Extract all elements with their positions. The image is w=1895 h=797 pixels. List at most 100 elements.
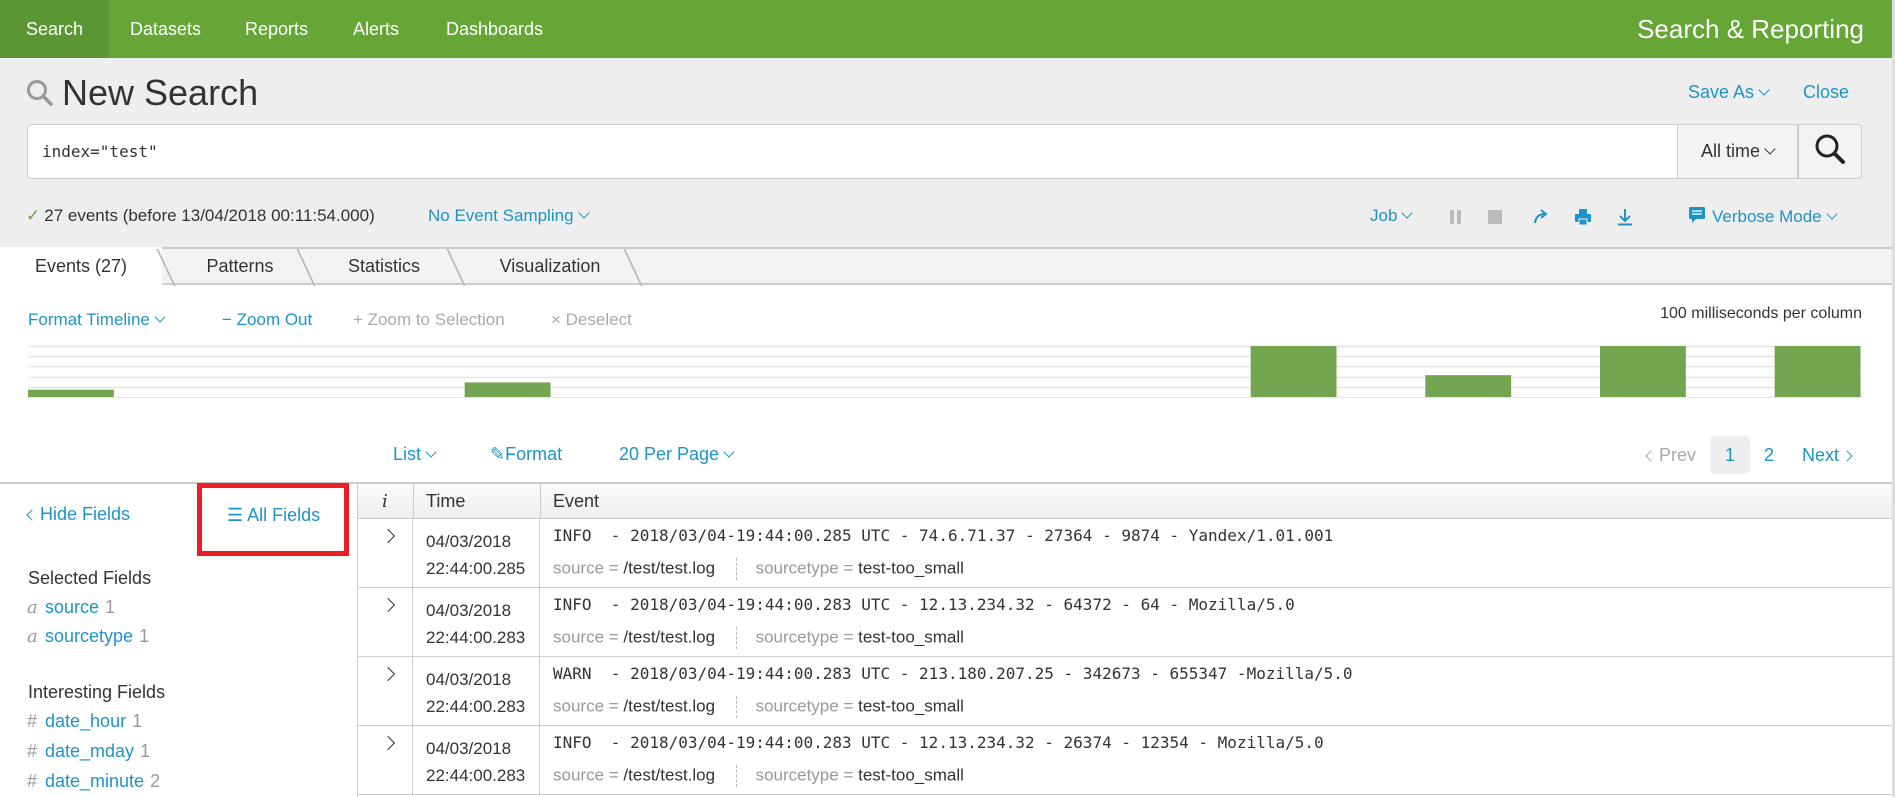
tab-statistics[interactable]: Statistics (312, 247, 456, 287)
per-page-label: 20 Per Page (619, 444, 720, 464)
nav-item-datasets[interactable]: Datasets (104, 0, 227, 58)
app-nav-bar: Search Datasets Reports Alerts Dashboard… (0, 0, 1892, 58)
chevron-down-icon (425, 446, 437, 458)
time-column-header[interactable]: Time (414, 484, 541, 519)
field-item[interactable]: # date_mday 1 (27, 741, 150, 762)
field-item[interactable]: # date_hour 1 (27, 711, 142, 732)
expand-row-button[interactable] (358, 519, 413, 587)
nav-item-dashboards[interactable]: Dashboards (420, 0, 569, 58)
prev-page-button[interactable]: Prev (1633, 436, 1710, 474)
timeline-bar[interactable] (1250, 346, 1337, 397)
timeline-bar[interactable] (1425, 375, 1512, 397)
event-sampling-dropdown[interactable]: No Event Sampling (428, 206, 590, 226)
view-type-dropdown[interactable]: List (393, 444, 437, 465)
event-time[interactable]: 04/03/2018 22:44:00.283 (414, 657, 540, 725)
number-type-icon: # (27, 711, 38, 731)
hide-fields-label: Hide Fields (40, 504, 131, 524)
timeline-bar[interactable] (464, 382, 551, 397)
print-button[interactable] (1574, 208, 1592, 226)
nav-item-search[interactable]: Search (0, 0, 110, 58)
deselect-label: Deselect (565, 310, 632, 329)
chevron-right-icon (1841, 450, 1853, 462)
event-fields: source = /test/test.log sourcetype = tes… (553, 627, 964, 649)
nav-item-reports[interactable]: Reports (219, 0, 334, 58)
event-column-header: Event (553, 491, 600, 511)
timeline-chart[interactable] (28, 345, 1862, 398)
source-field-label: source = (553, 558, 619, 578)
event-time[interactable]: 04/03/2018 22:44:00.283 (414, 588, 540, 656)
source-field-value[interactable]: /test/test.log (623, 765, 715, 784)
table-row: 04/03/2018 22:44:00.283 INFO - 2018/03/04… (358, 726, 1892, 795)
table-row: 04/03/2018 22:44:00.283 INFO - 2018/03/04… (358, 588, 1892, 657)
number-type-icon: # (27, 771, 38, 791)
job-menu[interactable]: Job (1370, 206, 1414, 226)
event-date: 04/03/2018 (426, 601, 512, 620)
page-2-button[interactable]: 2 (1750, 436, 1788, 474)
source-field-label: source = (553, 696, 619, 716)
next-label: Next (1801, 445, 1839, 465)
stop-icon (1488, 210, 1502, 224)
nav-item-alerts[interactable]: Alerts (327, 0, 425, 58)
zoom-to-selection-button[interactable]: + Zoom to Selection (353, 310, 505, 330)
field-name: date_minute (45, 771, 145, 791)
field-name: sourcetype (45, 626, 134, 646)
chevron-down-icon (154, 311, 166, 323)
zoom-out-button[interactable]: − Zoom Out (222, 310, 312, 330)
all-fields-button[interactable]: ☰ All Fields (197, 483, 349, 556)
export-button[interactable] (1616, 208, 1634, 226)
expand-row-button[interactable] (358, 726, 413, 794)
stop-button[interactable] (1486, 208, 1504, 226)
close-link[interactable]: Close (1803, 82, 1849, 103)
tab-patterns[interactable]: Patterns (170, 247, 310, 287)
string-type-icon: a (27, 597, 38, 618)
event-time[interactable]: 04/03/2018 22:44:00.285 (414, 519, 540, 587)
pause-button[interactable] (1447, 208, 1465, 226)
search-mode-dropdown[interactable]: Verbose Mode (1688, 206, 1838, 227)
page-1-button[interactable]: 1 (1709, 436, 1750, 474)
event-date: 04/03/2018 (426, 532, 512, 551)
tab-visualization[interactable]: Visualization (460, 247, 640, 287)
field-item[interactable]: a source 1 (27, 597, 115, 618)
sourcetype-field-value[interactable]: test-too_small (858, 627, 964, 646)
sourcetype-field-value[interactable]: test-too_small (858, 696, 964, 715)
expand-row-button[interactable] (358, 588, 413, 656)
chevron-down-icon (577, 207, 590, 219)
event-time[interactable]: 04/03/2018 22:44:00.283 (414, 726, 540, 794)
sourcetype-field-value[interactable]: test-too_small (858, 765, 964, 784)
events-table: i Time Event 04/03/2018 22:44:00.285 INFO… (358, 482, 1892, 797)
per-page-dropdown[interactable]: 20 Per Page (619, 444, 735, 465)
save-as-dropdown[interactable]: Save As (1688, 82, 1770, 103)
hide-fields-button[interactable]: Hide Fields (26, 504, 131, 525)
timeline-bar[interactable] (1774, 346, 1861, 397)
source-field-value[interactable]: /test/test.log (623, 627, 715, 646)
expand-row-button[interactable] (358, 657, 413, 725)
field-item[interactable]: # date_minute 2 (27, 771, 160, 792)
deselect-button[interactable]: × Deselect (551, 310, 632, 330)
format-button[interactable]: ✎Format (490, 444, 562, 465)
next-page-button[interactable]: Next (1788, 436, 1865, 474)
tab-events[interactable]: Events (27) (0, 247, 162, 287)
source-field-value[interactable]: /test/test.log (623, 696, 715, 715)
format-timeline-dropdown[interactable]: Format Timeline (28, 310, 166, 330)
selected-fields-heading: Selected Fields (28, 568, 152, 588)
field-item[interactable]: a sourcetype 1 (27, 626, 149, 647)
timeline-bar[interactable] (28, 389, 114, 397)
field-count: 1 (140, 741, 151, 761)
number-type-icon: # (27, 741, 38, 761)
pagination: Prev 1 2 Next (1633, 436, 1865, 474)
source-field-value[interactable]: /test/test.log (623, 558, 715, 577)
time-range-picker[interactable]: All time (1678, 124, 1798, 179)
fields-sidebar: Hide Fields ☰ All Fields Selected Fields… (0, 482, 358, 797)
job-status: ✓ 27 events (before 13/04/2018 00:11:54.0… (26, 206, 375, 226)
sourcetype-field-value[interactable]: test-too_small (858, 558, 964, 577)
search-button[interactable] (1798, 124, 1862, 179)
event-fields: source = /test/test.log sourcetype = tes… (553, 696, 964, 718)
event-fields: source = /test/test.log sourcetype = tes… (553, 765, 964, 787)
event-clock: 22:44:00.283 (426, 628, 526, 647)
field-divider (735, 558, 737, 580)
event-fields: source = /test/test.log sourcetype = tes… (553, 558, 964, 580)
timeline-bar[interactable] (1600, 346, 1686, 397)
search-query-input[interactable]: index="test" (27, 124, 1678, 179)
share-button[interactable] (1532, 208, 1550, 226)
event-date: 04/03/2018 (426, 739, 512, 758)
